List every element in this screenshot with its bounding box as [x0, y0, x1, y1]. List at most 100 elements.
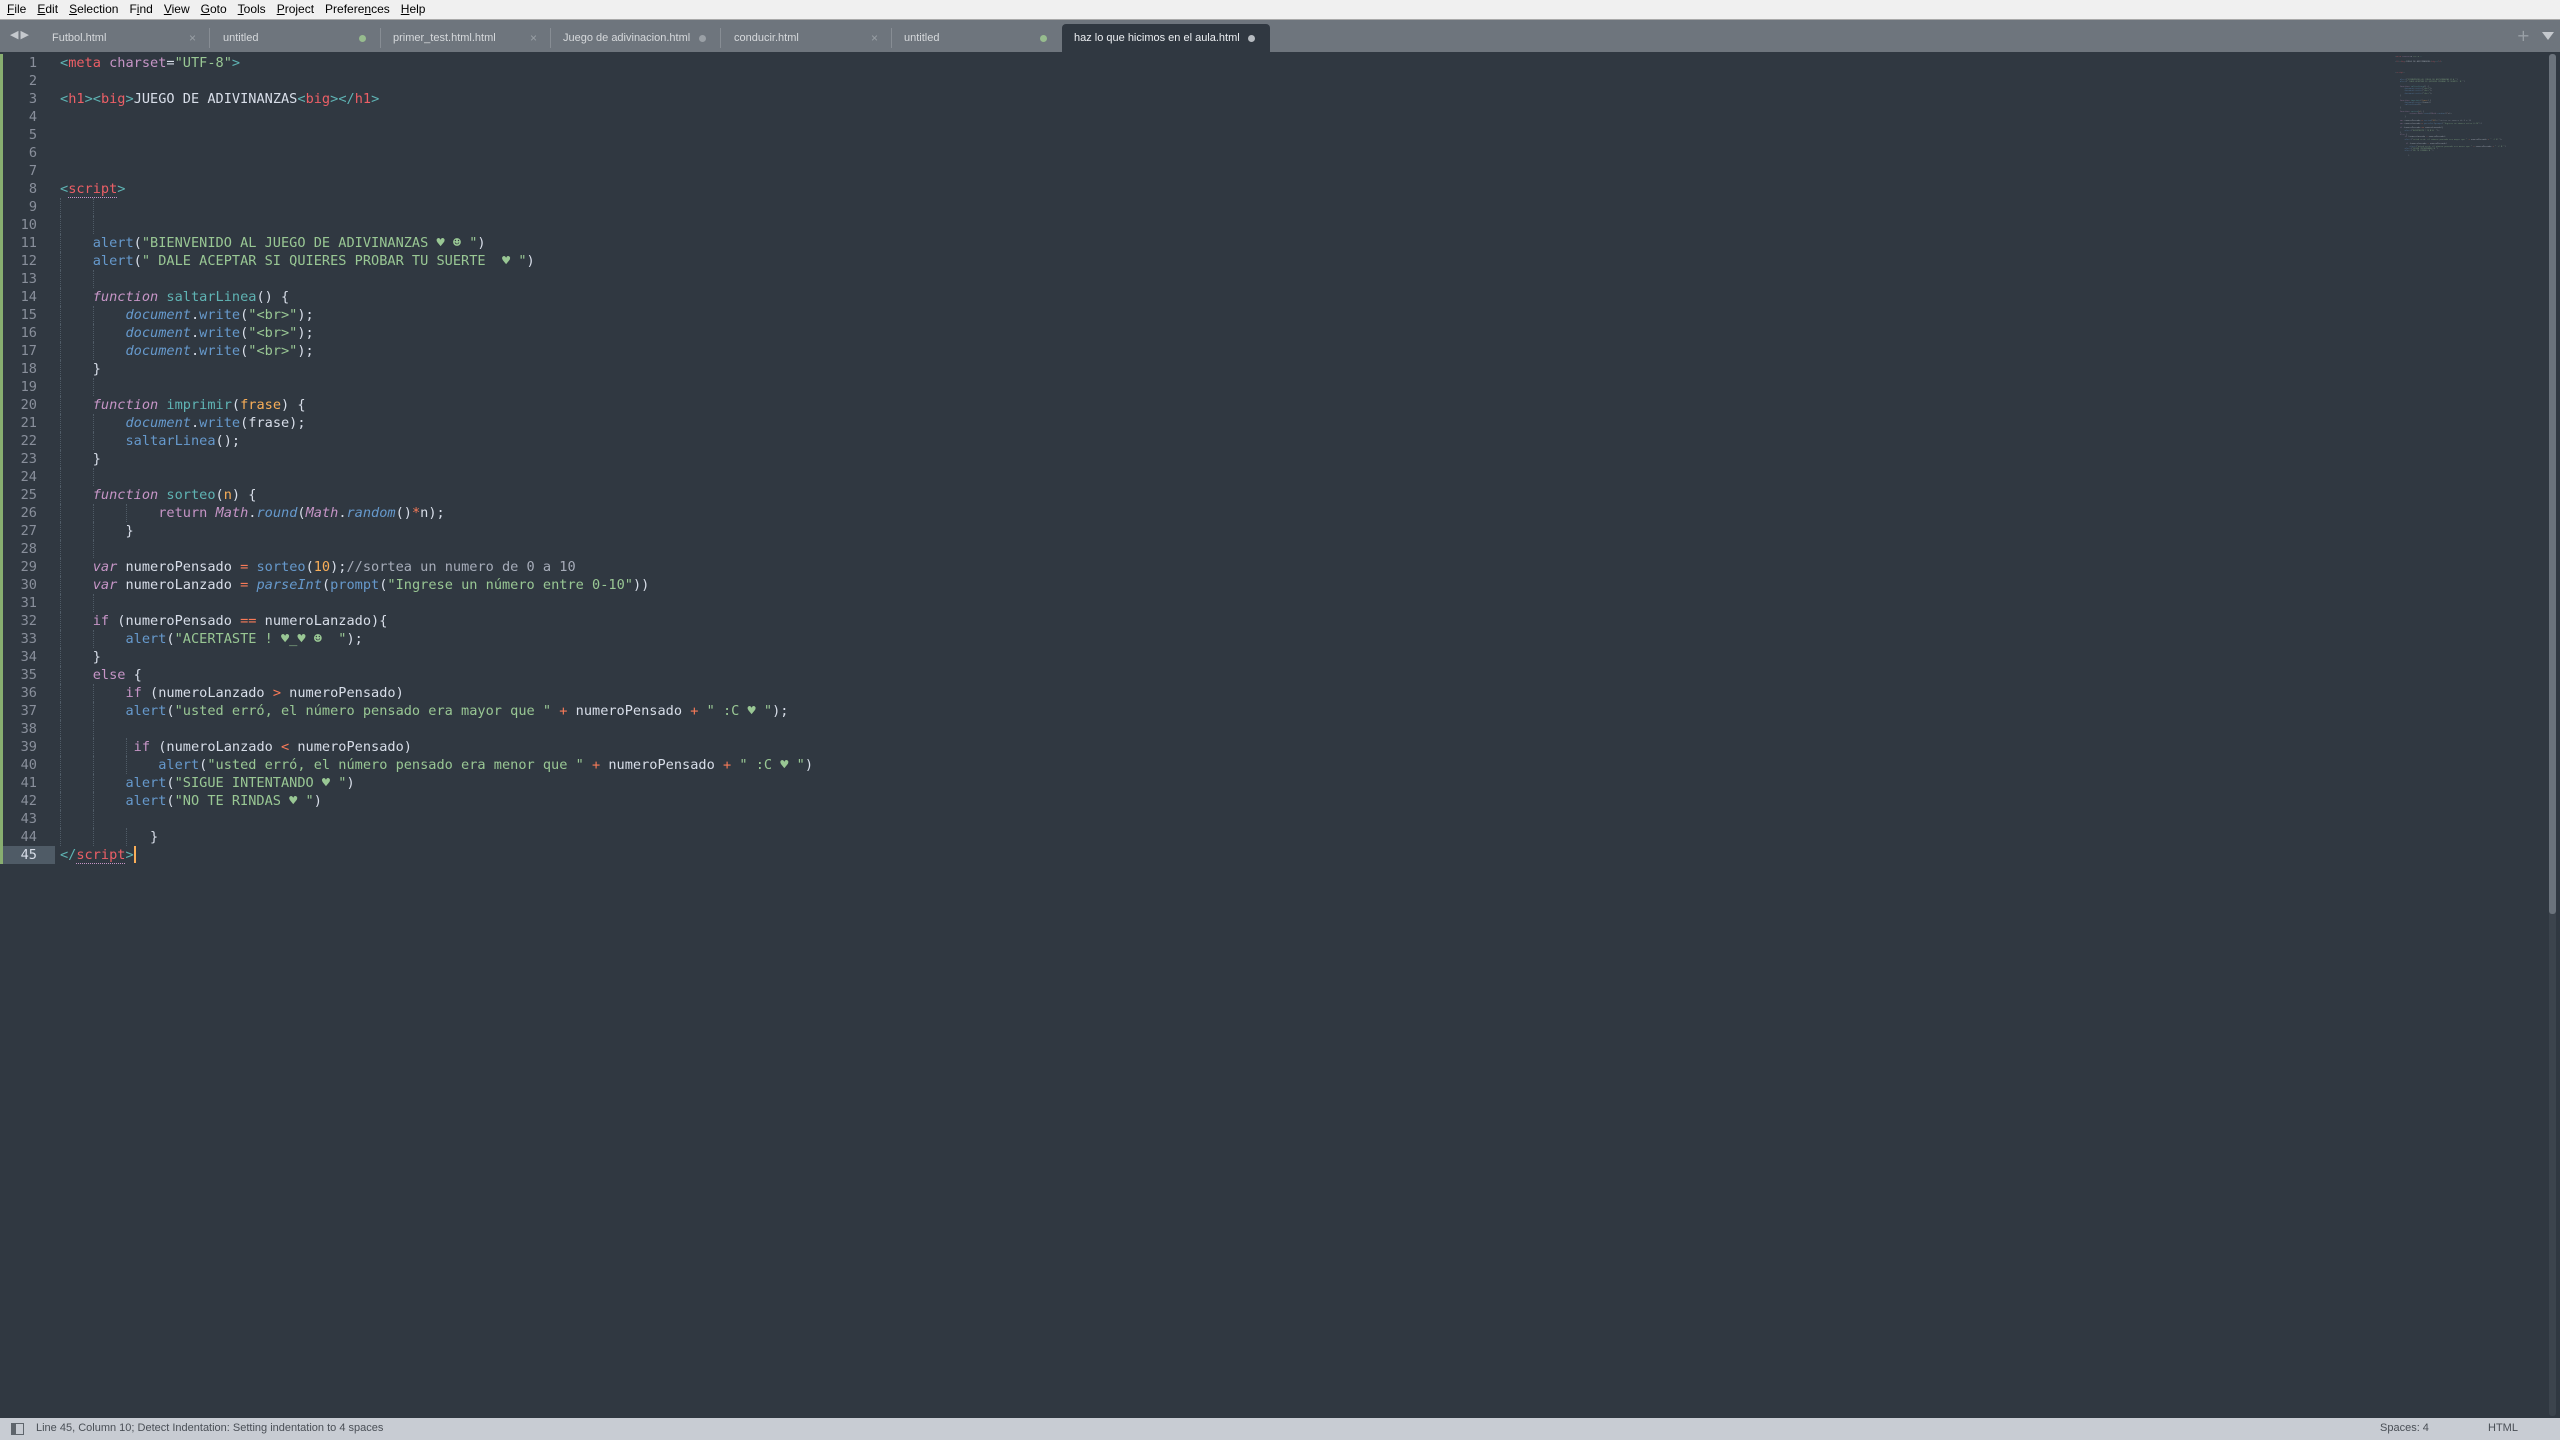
- line-number: 20: [20, 397, 37, 413]
- line-number: 33: [20, 631, 37, 647]
- indent-guide: [60, 216, 61, 234]
- tab-1[interactable]: untitled: [211, 24, 381, 52]
- line-number: 45: [20, 847, 37, 863]
- tab-6[interactable]: haz lo que hicimos en el aula.html: [1062, 24, 1270, 53]
- tab-2[interactable]: primer_test.html.html ×: [381, 24, 551, 52]
- line-number: 17: [20, 343, 37, 359]
- line-number: 5: [28, 127, 37, 143]
- line-number: 19: [20, 379, 37, 395]
- tab-5[interactable]: untitled: [892, 24, 1062, 52]
- line-number: 24: [20, 469, 37, 485]
- code-text: alert("usted erró, el número pensado era…: [158, 757, 813, 773]
- code-text: }: [60, 361, 101, 377]
- modified-dot-icon[interactable]: [699, 35, 706, 42]
- menu-preferences[interactable]: Preferences: [319, 0, 395, 19]
- code-text: <h1><big>JUEGO DE ADIVINANZAS<big></h1>: [60, 91, 380, 107]
- tab-3[interactable]: Juego de adivinacion.html: [551, 24, 721, 52]
- line-number: 18: [20, 361, 37, 377]
- line-number: 23: [20, 451, 37, 467]
- chevron-right-icon[interactable]: ▶: [20, 28, 30, 41]
- tab-separator: [720, 28, 721, 48]
- scrollbar-thumb[interactable]: [2549, 54, 2556, 914]
- code-text: document.write("<br>");: [125, 307, 314, 323]
- code-text: alert("ACERTASTE ! ♥_♥ ☻ ");: [125, 631, 363, 647]
- menu-selection[interactable]: Selection: [63, 0, 123, 19]
- menu-help[interactable]: Help: [395, 0, 431, 19]
- indent-guide: [92, 594, 94, 612]
- indent-guide: [60, 270, 61, 288]
- line-number: 13: [20, 271, 37, 287]
- indent-guide: [60, 378, 61, 396]
- menu-goto[interactable]: Goto: [195, 0, 232, 19]
- indentation-selector[interactable]: Spaces: 4: [2380, 1422, 2429, 1434]
- tab-label: Juego de adivinacion.html: [563, 32, 691, 44]
- indent-guide: [60, 198, 61, 216]
- tab-0[interactable]: Futbol.html ×: [40, 24, 210, 52]
- indent-guide: [92, 540, 94, 558]
- line-number: 12: [20, 253, 37, 269]
- line-number: 31: [20, 595, 37, 611]
- panel-toggle-icon[interactable]: [11, 1423, 24, 1435]
- tab-4[interactable]: conducir.html ×: [722, 24, 892, 52]
- indent-guide: [60, 468, 61, 486]
- line-number: 10: [20, 217, 37, 233]
- menu-view[interactable]: View: [158, 0, 195, 19]
- indent-guide: [92, 216, 94, 234]
- new-tab-plus-icon[interactable]: +: [2517, 26, 2530, 45]
- line-number: 26: [20, 505, 37, 521]
- line-number: 9: [28, 199, 37, 215]
- code-text: var numeroLanzado = parseInt(prompt("Ing…: [92, 577, 650, 593]
- close-icon[interactable]: ×: [871, 31, 878, 45]
- code-text: saltarLinea();: [125, 433, 241, 449]
- tab-bar: ◀▶ Futbol.html × untitled primer_test.html.…: [0, 20, 2560, 53]
- code-text: </script>: [60, 846, 136, 864]
- code-text: else {: [92, 667, 142, 683]
- line-number: 30: [20, 577, 37, 593]
- code-text: <script>: [60, 181, 126, 198]
- code-text: alert("usted erró, el número pensado era…: [125, 703, 789, 719]
- tab-label: Futbol.html: [52, 32, 107, 44]
- line-number: 3: [28, 91, 37, 107]
- line-number: 4: [28, 109, 37, 125]
- line-number: 15: [20, 307, 37, 323]
- unsaved-dot-icon[interactable]: [1040, 35, 1047, 42]
- minimap-line: }: [2395, 154, 2410, 156]
- code-text: function imprimir(frase) {: [92, 397, 306, 413]
- modified-dot-icon[interactable]: [1248, 35, 1255, 42]
- menu-find[interactable]: Find: [123, 0, 157, 19]
- code-text: if (numeroLanzado < numeroPensado): [133, 739, 412, 755]
- close-icon[interactable]: ×: [530, 31, 537, 45]
- tab-list-dropdown-icon[interactable]: [2542, 32, 2554, 40]
- indent-guide: [92, 468, 94, 486]
- line-number: 37: [20, 703, 37, 719]
- menu-edit[interactable]: Edit: [31, 0, 63, 19]
- line-number: 39: [20, 739, 37, 755]
- indent-guide: [60, 720, 61, 738]
- status-bar: Line 45, Column 10; Detect Indentation: …: [0, 1418, 2560, 1440]
- close-icon[interactable]: ×: [189, 31, 196, 45]
- line-number: 8: [28, 181, 37, 197]
- line-number: 40: [20, 757, 37, 773]
- line-number: 1: [28, 55, 37, 71]
- text-cursor: [133, 846, 136, 863]
- minimap[interactable]: <meta charset="UTF-8"> <h1><big>JUEGO DE …: [2395, 56, 2545, 156]
- unsaved-dot-icon[interactable]: [359, 35, 366, 42]
- code-editor[interactable]: 1 <meta charset="UTF-8"> 2 3 <h1><big>JUEGO …: [0, 52, 2560, 1418]
- line-number: 14: [20, 289, 37, 305]
- tab-label: untitled: [904, 32, 940, 44]
- tab-nav-arrows[interactable]: ◀▶: [10, 28, 31, 41]
- status-message: Line 45, Column 10; Detect Indentation: …: [36, 1422, 384, 1434]
- vertical-scrollbar[interactable]: [2549, 54, 2556, 1416]
- menu-file[interactable]: File: [0, 0, 31, 19]
- menu-project[interactable]: Project: [271, 0, 319, 19]
- line-number: 44: [20, 829, 37, 845]
- code-text: if (numeroPensado == numeroLanzado){: [92, 613, 388, 629]
- chevron-left-icon[interactable]: ◀: [10, 28, 20, 41]
- syntax-selector[interactable]: HTML: [2488, 1422, 2518, 1434]
- code-text: return Math.round(Math.random()*n);: [158, 505, 445, 521]
- code-text: alert("NO TE RINDAS ♥ "): [125, 793, 322, 809]
- indent-guide: [92, 198, 94, 216]
- code-text: }: [60, 451, 101, 467]
- line-number: 29: [20, 559, 37, 575]
- menu-tools[interactable]: Tools: [232, 0, 271, 19]
